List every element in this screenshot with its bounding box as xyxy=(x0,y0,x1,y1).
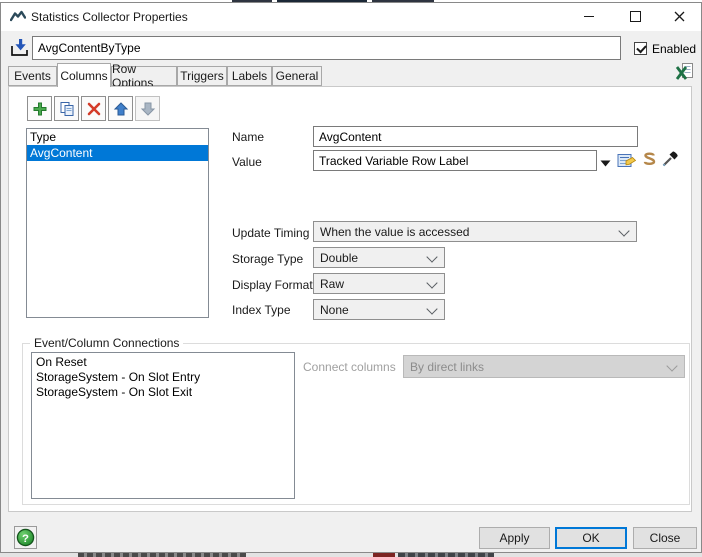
maximize-button[interactable] xyxy=(612,3,658,30)
excel-export-icon[interactable] xyxy=(675,62,694,84)
copy-icon xyxy=(60,101,73,116)
eyedropper-icon[interactable] xyxy=(661,150,679,171)
help-icon: ? xyxy=(16,528,35,547)
list-item[interactable]: StorageSystem - On Slot Entry xyxy=(32,370,294,385)
help-button[interactable]: ? xyxy=(14,526,37,549)
tab-label: Columns xyxy=(60,68,108,83)
tab-labels[interactable]: Labels xyxy=(227,66,272,86)
name-label: Name xyxy=(232,130,265,144)
display-format-label: Display Format xyxy=(232,278,313,292)
arrow-up-icon xyxy=(113,101,128,115)
add-column-button[interactable] xyxy=(27,96,52,121)
apply-button[interactable]: Apply xyxy=(479,527,550,549)
tab-triggers[interactable]: Triggers xyxy=(177,66,227,86)
storage-type-value: Double xyxy=(320,251,359,265)
connect-columns-select: By direct links xyxy=(403,355,685,378)
window-title: Statistics Collector Properties xyxy=(31,10,188,24)
display-format-value: Raw xyxy=(320,277,345,291)
move-down-button[interactable] xyxy=(135,96,160,121)
arrow-down-icon xyxy=(140,102,155,116)
connections-listbox[interactable]: On Reset StorageSystem - On Slot Entry S… xyxy=(31,352,295,499)
update-timing-label: Update Timing xyxy=(232,226,310,240)
tab-general[interactable]: General xyxy=(272,66,322,86)
tab-label: General xyxy=(275,69,319,83)
enabled-label: Enabled xyxy=(652,42,697,56)
ok-button[interactable]: OK xyxy=(555,527,627,549)
code-scroll-icon[interactable] xyxy=(640,151,658,172)
list-item[interactable]: StorageSystem - On Slot Exit xyxy=(32,385,294,400)
group-title: Event/Column Connections xyxy=(30,336,184,350)
tab-columns[interactable]: Columns xyxy=(57,63,111,87)
background-app-bottom xyxy=(373,553,395,557)
columns-listbox[interactable]: Type AvgContent xyxy=(26,128,209,318)
connect-columns-value: By direct links xyxy=(410,360,485,374)
enabled-checkbox[interactable] xyxy=(634,42,647,55)
index-type-label: Index Type xyxy=(232,303,291,317)
chevron-down-icon xyxy=(618,225,630,237)
copy-column-button[interactable] xyxy=(54,96,79,121)
storage-type-label: Storage Type xyxy=(232,252,304,266)
chevron-down-icon xyxy=(426,303,438,315)
chevron-down-icon xyxy=(426,277,438,289)
close-button[interactable] xyxy=(658,3,701,30)
update-timing-select[interactable]: When the value is accessed xyxy=(313,221,637,242)
drop-object-icon[interactable] xyxy=(9,37,30,61)
background-app-bottom xyxy=(398,553,494,557)
close-icon xyxy=(674,11,685,22)
tab-label: Labels xyxy=(231,69,268,83)
chevron-down-icon xyxy=(426,251,438,263)
check-icon xyxy=(636,42,647,54)
maximize-icon xyxy=(629,11,641,22)
update-timing-value: When the value is accessed xyxy=(320,225,470,239)
column-name-input[interactable] xyxy=(313,126,638,147)
close-dialog-button[interactable]: Close xyxy=(633,527,697,549)
list-item[interactable]: Type xyxy=(27,129,208,145)
delete-column-button[interactable] xyxy=(81,96,106,121)
tab-events[interactable]: Events xyxy=(8,66,57,86)
tab-row-options[interactable]: Row Options xyxy=(111,62,177,90)
flexsim-app-icon xyxy=(9,9,27,28)
edit-properties-icon[interactable] xyxy=(617,151,637,173)
list-item[interactable]: On Reset xyxy=(32,353,294,370)
value-dropdown-icon[interactable] xyxy=(600,156,611,170)
display-format-select[interactable]: Raw xyxy=(313,273,445,294)
column-value-input[interactable] xyxy=(313,150,597,171)
move-up-button[interactable] xyxy=(108,96,133,121)
connect-columns-label: Connect columns xyxy=(303,360,396,374)
index-type-value: None xyxy=(320,303,349,317)
minimize-icon xyxy=(584,16,594,17)
index-type-select[interactable]: None xyxy=(313,299,445,320)
tab-label: Events xyxy=(14,69,51,83)
storage-type-select[interactable]: Double xyxy=(313,247,445,268)
tab-label: Triggers xyxy=(180,69,224,83)
background-app-bottom xyxy=(78,553,246,557)
svg-text:?: ? xyxy=(22,533,29,545)
chevron-down-icon xyxy=(666,360,678,372)
list-item-selected[interactable]: AvgContent xyxy=(27,145,208,161)
plus-icon xyxy=(33,102,46,115)
minimize-button[interactable] xyxy=(566,3,612,30)
value-label: Value xyxy=(232,155,262,169)
delete-x-icon xyxy=(87,102,100,115)
collector-name-input[interactable] xyxy=(32,36,621,60)
